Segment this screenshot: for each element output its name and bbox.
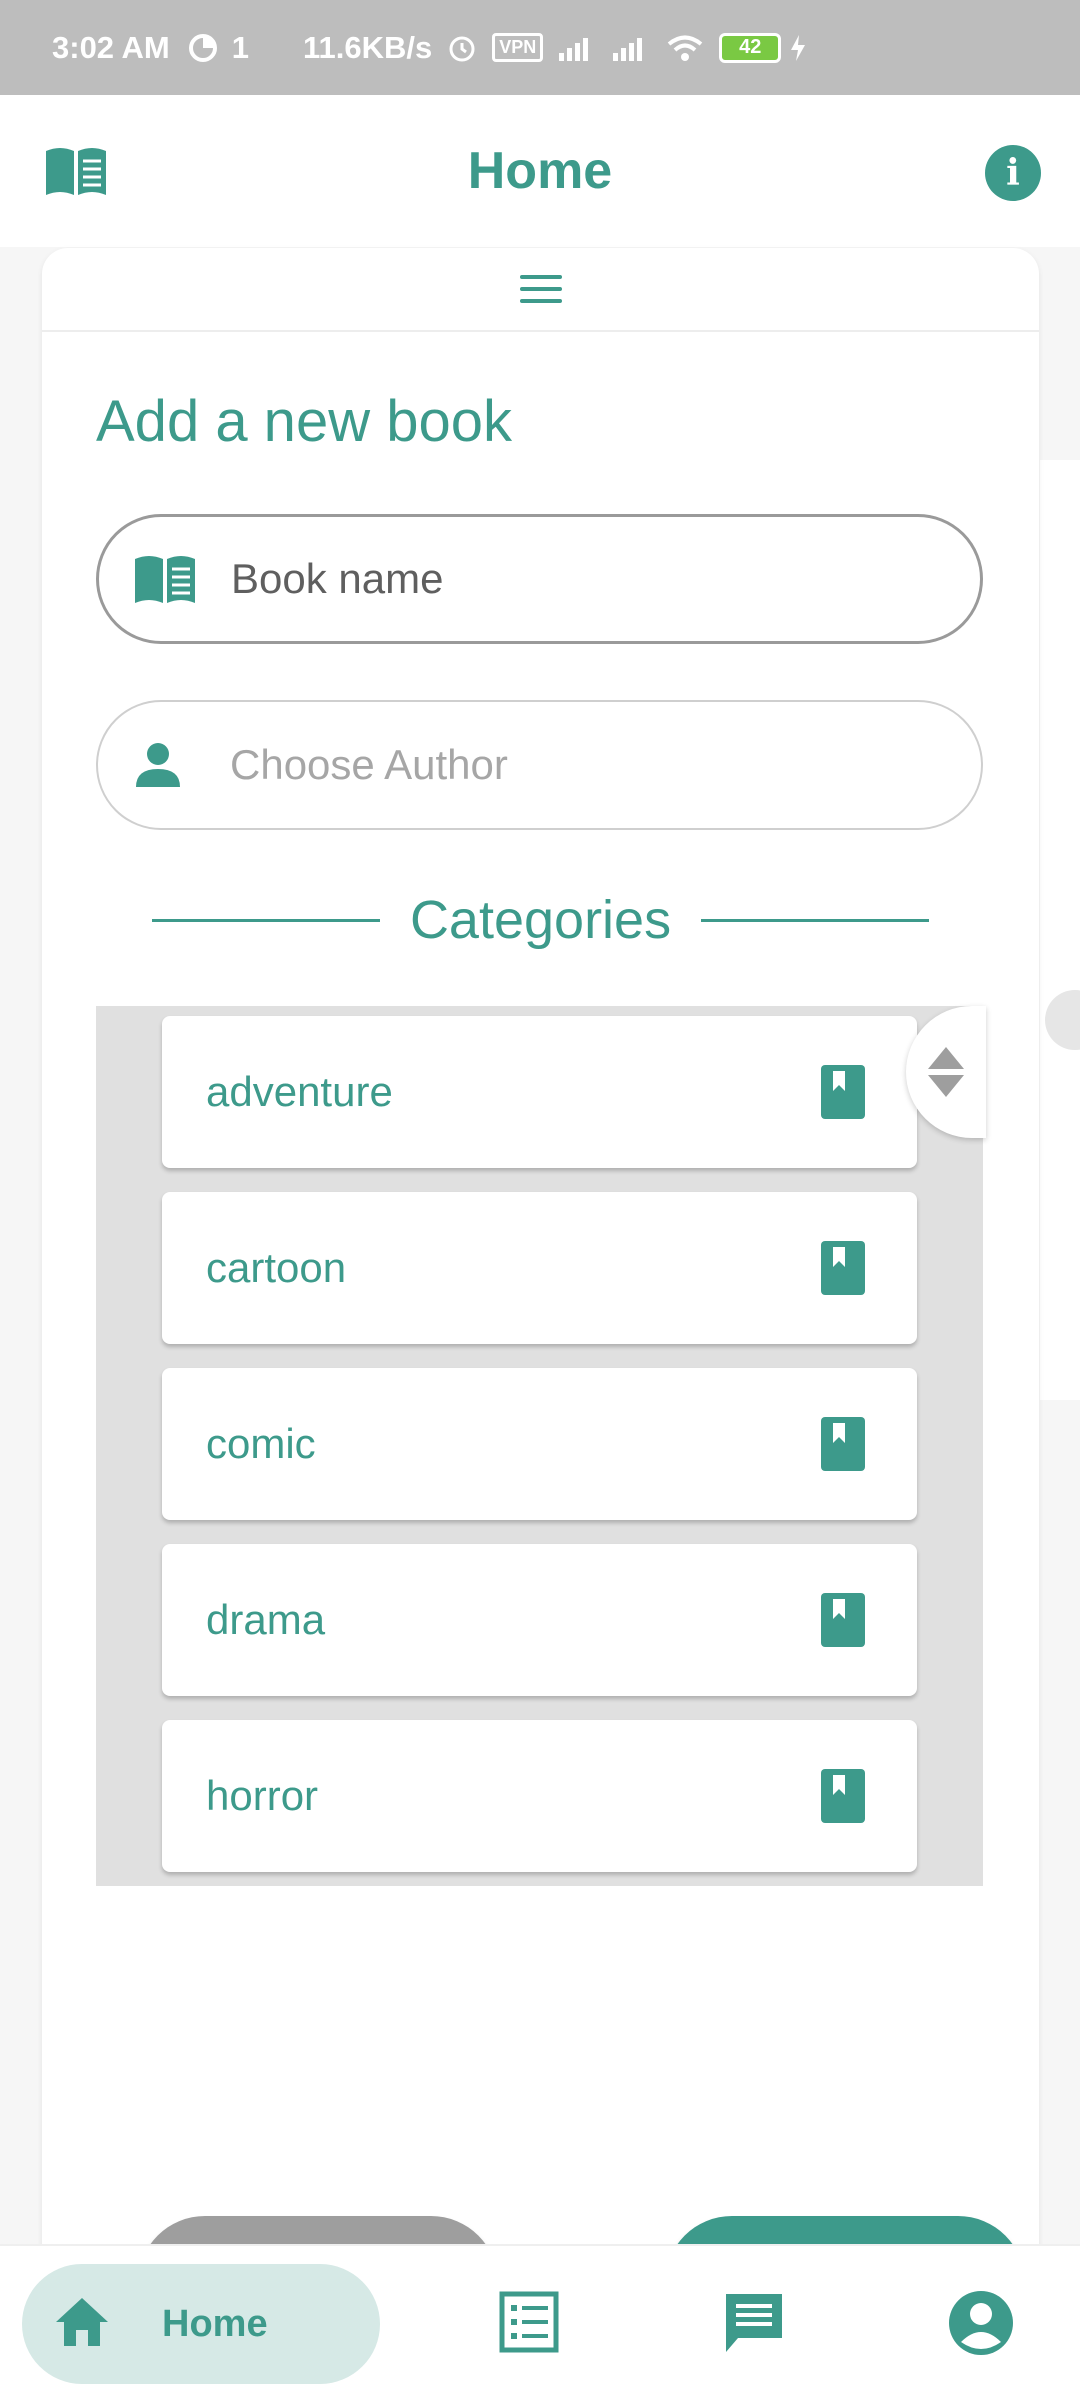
- category-item-comic[interactable]: comic: [162, 1368, 917, 1520]
- nav-home-label: Home: [162, 2302, 268, 2345]
- chat-icon[interactable]: [720, 2290, 788, 2363]
- page-title: Home: [467, 142, 613, 200]
- alarm-icon: [446, 32, 478, 64]
- sheet-handle[interactable]: [42, 248, 1039, 332]
- choose-author-input[interactable]: Choose Author: [96, 700, 983, 830]
- bookmark-icon: [821, 1241, 865, 1295]
- data-saver-icon: [188, 33, 218, 63]
- vpn-badge: VPN: [492, 33, 544, 62]
- book-open-icon: [133, 553, 199, 605]
- category-label: adventure: [206, 1068, 393, 1115]
- nav-item-home[interactable]: Home: [22, 2264, 380, 2384]
- bottom-nav: Home: [0, 2244, 1080, 2400]
- battery-level: 42: [719, 32, 782, 63]
- menu-icon[interactable]: [519, 275, 562, 303]
- category-label: horror: [206, 1772, 319, 1819]
- category-item-drama[interactable]: drama: [162, 1544, 917, 1696]
- book-name-input[interactable]: Book name: [96, 514, 983, 644]
- add-book-sheet: Add a new book Book name Choose Author C…: [42, 248, 1039, 2350]
- account-icon[interactable]: [948, 2290, 1014, 2361]
- scroll-up-icon: [928, 1047, 964, 1069]
- category-item-horror[interactable]: horror: [162, 1720, 917, 1872]
- sheet-title: Add a new book: [96, 389, 512, 454]
- bookmark-icon: [821, 1769, 865, 1823]
- home-icon: [52, 2294, 112, 2355]
- category-label: cartoon: [206, 1244, 347, 1291]
- bookmark-icon: [821, 1593, 865, 1647]
- signal-digit: 1: [231, 29, 249, 65]
- scroll-down-icon: [928, 1075, 964, 1097]
- status-bar: 3:02 AM 1 11.6KB/s VPN 42: [0, 0, 1080, 95]
- category-list[interactable]: adventure cartoon comic drama horror: [96, 1006, 983, 1886]
- category-label: comic: [206, 1420, 316, 1467]
- category-item-cartoon[interactable]: cartoon: [162, 1192, 917, 1344]
- signal-icon-2: [611, 33, 651, 63]
- bookmark-icon: [821, 1417, 865, 1471]
- charging-icon: [789, 33, 807, 63]
- author-placeholder: Choose Author: [230, 741, 508, 788]
- signal-icon: [557, 33, 597, 63]
- person-icon: [132, 739, 198, 791]
- divider-right: [701, 918, 930, 922]
- divider-left: [152, 918, 380, 922]
- background-edge: [1040, 460, 1080, 1400]
- category-label: drama: [206, 1596, 326, 1643]
- category-item-adventure[interactable]: adventure: [162, 1016, 917, 1168]
- info-icon[interactable]: i: [985, 145, 1041, 201]
- network-speed: 11.6KB/s: [302, 29, 433, 65]
- wifi-icon: [665, 33, 705, 63]
- status-time: 3:02 AM: [52, 29, 170, 65]
- book-name-placeholder: Book name: [231, 555, 444, 602]
- categories-header: Categories: [152, 880, 930, 960]
- categories-title: Categories: [409, 890, 672, 950]
- bookmark-icon: [821, 1065, 865, 1119]
- app-bar: Home i: [0, 95, 1080, 247]
- list-icon[interactable]: [498, 2290, 560, 2359]
